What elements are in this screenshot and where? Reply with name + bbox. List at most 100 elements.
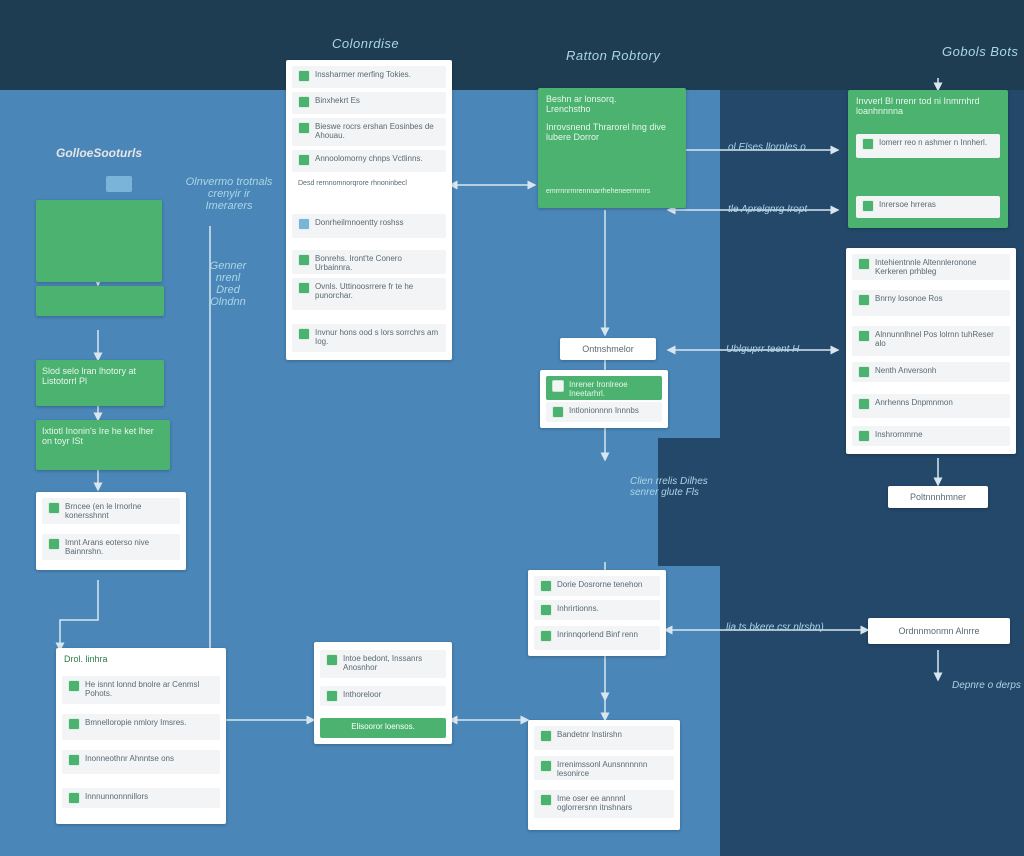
col4-top-head: Invverl Bl nrenr tod ni Inmrnhrd loanhnn… [856, 96, 1000, 117]
col4-mid-item-6-label: Inshrornmrne [875, 430, 923, 439]
col2-item-8[interactable]: Ovnls. Uttinoosrrere fr te he punorchar. [292, 278, 446, 310]
side-label-2b: Dred [216, 284, 240, 296]
square-icon [540, 760, 552, 772]
dark-pane-bottom-cut [658, 438, 728, 566]
square-icon [298, 154, 310, 166]
col2-item-1-label: Inssharmer merfing Tokies. [315, 70, 411, 79]
square-icon [552, 380, 564, 392]
square-icon [858, 430, 870, 442]
square-icon [862, 200, 874, 212]
col3-bot-item-1[interactable]: Bandetnr Instirshn [534, 726, 674, 750]
left-g3-item-1-label: Brncee (en le lrnorlne konersshnnt [65, 502, 174, 520]
col4-smallbox-2[interactable]: Ordnnmonmn Alnrre [868, 618, 1010, 644]
col3-smallbox[interactable]: Ontnshmelor [560, 338, 656, 360]
arrow-label-6: Depnre o derps [952, 680, 1021, 691]
left-wrap-1 [36, 286, 164, 316]
col4-mid-item-3-label: Alnnunnlhnel Pos lolrnn tuhReser alo [875, 330, 1004, 348]
left-g2-head: Slod selo lran lhotory at Listotorrl Pl [42, 366, 158, 387]
col2-item-3-label: Bieswe rocrs ershan Eosinbes de Ahouau. [315, 122, 440, 140]
col2-item-6-label: Donrheilmnoentty roshss [315, 218, 403, 227]
col2-item-7[interactable]: Bonrehs. Iront'te Conero Urbainnra. [292, 250, 446, 274]
square-icon [68, 680, 80, 692]
square-icon [326, 690, 338, 702]
square-icon [298, 254, 310, 266]
col4-mid-item-2[interactable]: Bnrny losonoe Ros [852, 290, 1010, 316]
side-label-2: Genner nrenl Dred Olndnn [198, 260, 258, 308]
square-icon [68, 792, 80, 804]
col4-top-item-2[interactable]: Inrersoe hrreras [856, 196, 1000, 218]
col3-low-item-1[interactable]: Dorie Dosrorne tenehon [534, 576, 660, 596]
col3-top-h1: Beshn ar lonsorq. [546, 94, 617, 104]
midbot-item-1[interactable]: Intoe bedont, Inssanrs Anosnhor [320, 650, 446, 678]
col1-title: GolloeSooturls [56, 146, 142, 160]
col3-low-item-2-label: Inhrirtionns. [557, 604, 599, 613]
leftbot-item-3-label: Inonneothnr Ahnntse ons [85, 754, 174, 763]
square-icon [858, 398, 870, 410]
left-g1[interactable] [36, 200, 162, 282]
col3-top-body: Inrovsnend Thrarorel hng dive lubere Dor… [546, 122, 676, 143]
col2-item-3[interactable]: Bieswe rocrs ershan Eosinbes de Ahouau. [292, 118, 446, 146]
midbot-button[interactable]: Elisooror loensos. [320, 718, 446, 738]
col3-mid-item-1-label: Inrener lronlreoe Ineetarhrl. [569, 380, 656, 398]
leftbot-item-1-label: He isnnt lonnd bnolre ar Cenmsl Pohots. [85, 680, 214, 698]
col3-mid-item-2[interactable]: Intlonionnnn Innnbs [546, 402, 662, 422]
col4-mid-item-5[interactable]: Anrhenns Dnpmnmon [852, 394, 1010, 418]
col2-item-9-label: Invnur hons ood s lors sorrchrs am Iog. [315, 328, 440, 346]
square-icon [298, 328, 310, 340]
square-icon [540, 794, 552, 806]
side-label-1: Olnvermo trotnals crenyir ir Imerarers [184, 176, 274, 212]
col3-low-item-3[interactable]: Inrinnqorlend Binf renn [534, 626, 660, 650]
square-icon [858, 366, 870, 378]
col2-item-4[interactable]: Annoolomorny chnps Vctlinns. [292, 150, 446, 172]
leftbot-item-2-label: Bmnelloropie nmlory Imsres. [85, 718, 186, 727]
square-icon [298, 282, 310, 294]
col2-item-2-label: Binxhekrt Es [315, 96, 360, 105]
col3-bot-item-3[interactable]: Ime oser ee annnnl oglorrersnn itnshnars [534, 790, 674, 818]
col3-mid-item-1[interactable]: Inrener lronlreoe Ineetarhrl. [546, 376, 662, 400]
leftbot-item-4[interactable]: Innnunnonnnillors [62, 788, 220, 808]
col4-mid-item-4[interactable]: Nenth Anversonh [852, 362, 1010, 382]
midbot-item-2-label: Inthoreloor [343, 690, 381, 699]
col2-item-6[interactable]: Donrheilmnoentty roshss [292, 214, 446, 238]
square-icon [858, 294, 870, 306]
leftbot-item-4-label: Innnunnonnnillors [85, 792, 148, 801]
col4-mid-item-2-label: Bnrny losonoe Ros [875, 294, 943, 303]
square-icon [858, 330, 870, 342]
col4-mid-item-3[interactable]: Alnnunnlhnel Pos lolrnn tuhReser alo [852, 326, 1010, 356]
col3-low-item-2[interactable]: Inhrirtionns. [534, 600, 660, 620]
leftbot-item-1[interactable]: He isnnt lonnd bnolre ar Cenmsl Pohots. [62, 676, 220, 704]
side-label-1b: crenyir ir Imerarers [205, 188, 252, 212]
square-icon [326, 654, 338, 666]
col3-mid-item-2-label: Intlonionnnn Innnbs [569, 406, 639, 415]
col2-item-1[interactable]: Inssharmer merfing Tokies. [292, 66, 446, 88]
col4-mid-item-1[interactable]: Intehientnnle Altennleronone Kerkeren pr… [852, 254, 1010, 280]
col4-top-item-1-label: Iomerr reo n ashmer n Innherl. [879, 138, 987, 147]
square-icon [48, 502, 60, 514]
col2-item-5-label: Desd rernnomnorqrore rhnoninbecl [298, 180, 407, 188]
col3-bot-item-2[interactable]: Irrenimssonl Aunsnnnnnn lesonirce [534, 756, 674, 780]
arrow-label-5: lia ts bkere csr nlrshn) [726, 622, 824, 633]
col2-item-5[interactable]: Desd rernnomnorqrore rhnoninbecl [292, 176, 446, 192]
col3-low-item-3-label: Inrinnqorlend Binf renn [557, 630, 638, 639]
square-icon [540, 580, 552, 592]
square-icon [540, 604, 552, 616]
col2-item-2[interactable]: Binxhekrt Es [292, 92, 446, 114]
left-g3-item-1[interactable]: Brncee (en le lrnorlne konersshnnt [42, 498, 180, 524]
col4-mid-item-4-label: Nenth Anversonh [875, 366, 936, 375]
col4-mid-item-5-label: Anrhenns Dnpmnmon [875, 398, 953, 407]
col2-item-7-label: Bonrehs. Iront'te Conero Urbainnra. [315, 254, 440, 272]
left-g3-item-2-label: Imnt Arans eoterso nive Bainnrshn. [65, 538, 174, 556]
leftbot-item-2[interactable]: Bmnelloropie nmlory Imsres. [62, 714, 220, 740]
left-g3-item-2[interactable]: Imnt Arans eoterso nive Bainnrshn. [42, 534, 180, 560]
side-label-1a: Olnvermo trotnals [186, 176, 273, 188]
col4-smallbox-1[interactable]: Poltnnnhmner [888, 486, 988, 508]
square-icon [298, 218, 310, 230]
col3-top-h2: Lrenchstho [546, 104, 591, 114]
col4-mid-item-6[interactable]: Inshrornmrne [852, 426, 1010, 446]
col2-item-9[interactable]: Invnur hons ood s lors sorrchrs am Iog. [292, 324, 446, 352]
midbot-item-2[interactable]: Inthoreloor [320, 686, 446, 706]
col4-top-item-1[interactable]: Iomerr reo n ashmer n Innherl. [856, 134, 1000, 158]
leftbot-item-3[interactable]: Inonneothnr Ahnntse ons [62, 750, 220, 774]
square-icon [858, 258, 870, 270]
col3-top-head: Beshn ar lonsorq. Lrenchstho [546, 94, 676, 115]
